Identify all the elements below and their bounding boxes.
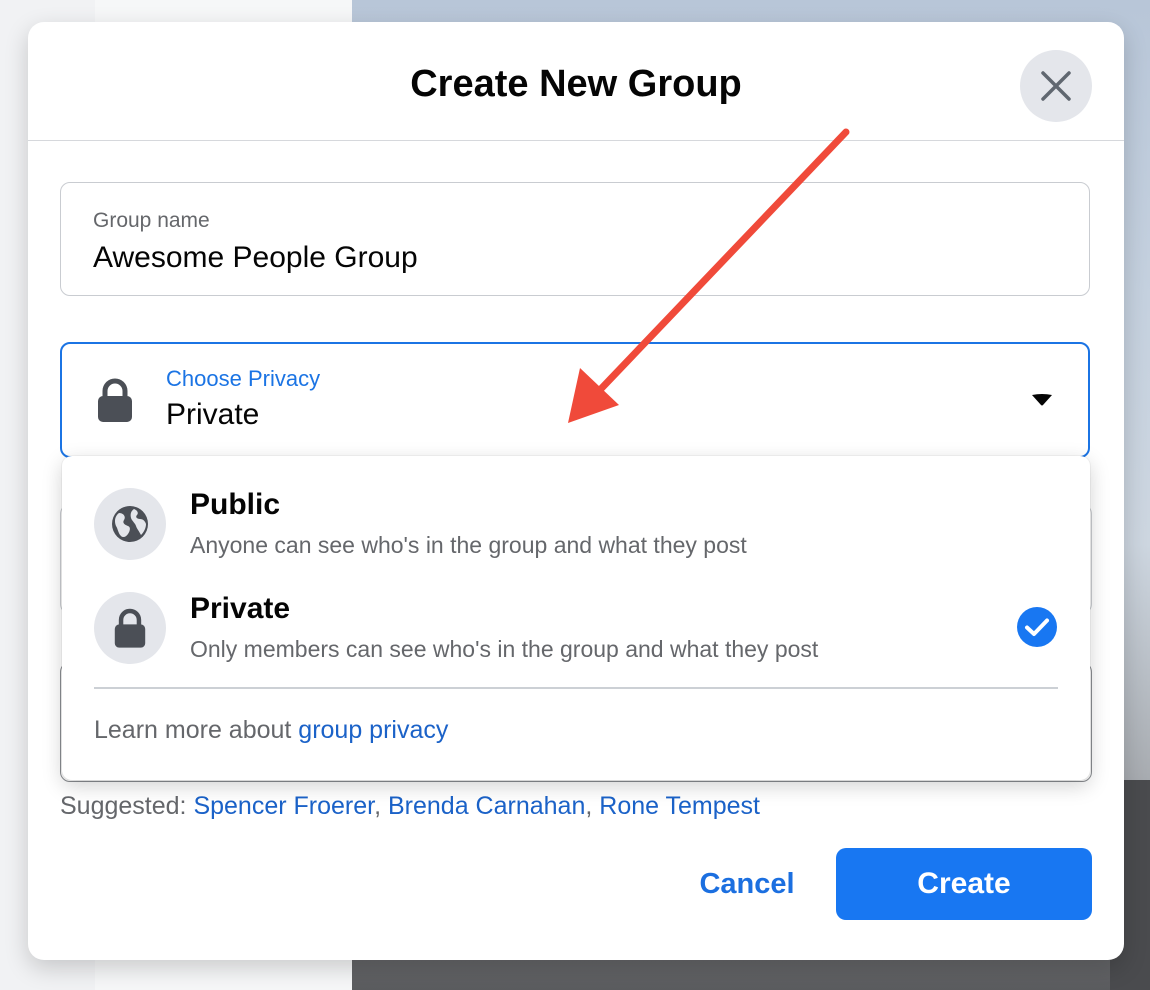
suggested-prefix: Suggested:: [60, 792, 194, 820]
group-name-label: Group name: [93, 209, 210, 232]
option-description: Anyone can see who's in the group and wh…: [190, 532, 747, 558]
separator: ,: [585, 792, 600, 820]
close-button[interactable]: [1020, 50, 1092, 122]
checkmark-selected-icon: [1017, 607, 1057, 647]
lock-icon: [98, 378, 132, 422]
lock-icon: [114, 608, 146, 648]
separator: ,: [374, 792, 388, 820]
caret-down-icon: [1032, 394, 1052, 406]
group-privacy-link[interactable]: group privacy: [298, 716, 448, 744]
create-button[interactable]: Create: [836, 848, 1092, 920]
option-icon-wrap: [94, 488, 166, 560]
dialog-header: Create New Group: [28, 22, 1124, 141]
group-name-field[interactable]: Group name Awesome People Group: [60, 182, 1090, 296]
privacy-label: Choose Privacy: [166, 366, 321, 391]
option-title: Private: [190, 592, 291, 625]
suggested-person-link[interactable]: Brenda Carnahan: [388, 792, 585, 820]
group-name-input[interactable]: Awesome People Group: [93, 241, 418, 275]
privacy-option-private[interactable]: Private Only members can see who's in th…: [62, 560, 1090, 664]
learn-more-prefix: Learn more about: [94, 716, 299, 744]
option-title: Public: [190, 488, 281, 521]
globe-icon: [112, 506, 148, 542]
learn-more-text: Learn more about group privacy: [94, 716, 448, 745]
privacy-select[interactable]: Choose Privacy Private: [60, 342, 1090, 458]
cancel-button[interactable]: Cancel: [668, 848, 826, 920]
close-icon: [1041, 71, 1071, 101]
menu-divider: [94, 687, 1058, 689]
option-icon-wrap: [94, 592, 166, 664]
suggested-person-link[interactable]: Rone Tempest: [599, 792, 760, 820]
option-description: Only members can see who's in the group …: [190, 636, 819, 662]
privacy-selected-value: Private: [166, 398, 260, 431]
dialog-title: Create New Group: [410, 63, 742, 105]
suggested-friends: Suggested: Spencer Froerer, Brenda Carna…: [60, 792, 760, 821]
suggested-person-link[interactable]: Spencer Froerer: [193, 792, 374, 820]
privacy-dropdown-menu: Public Anyone can see who's in the group…: [62, 456, 1090, 780]
privacy-option-public[interactable]: Public Anyone can see who's in the group…: [62, 456, 1090, 560]
